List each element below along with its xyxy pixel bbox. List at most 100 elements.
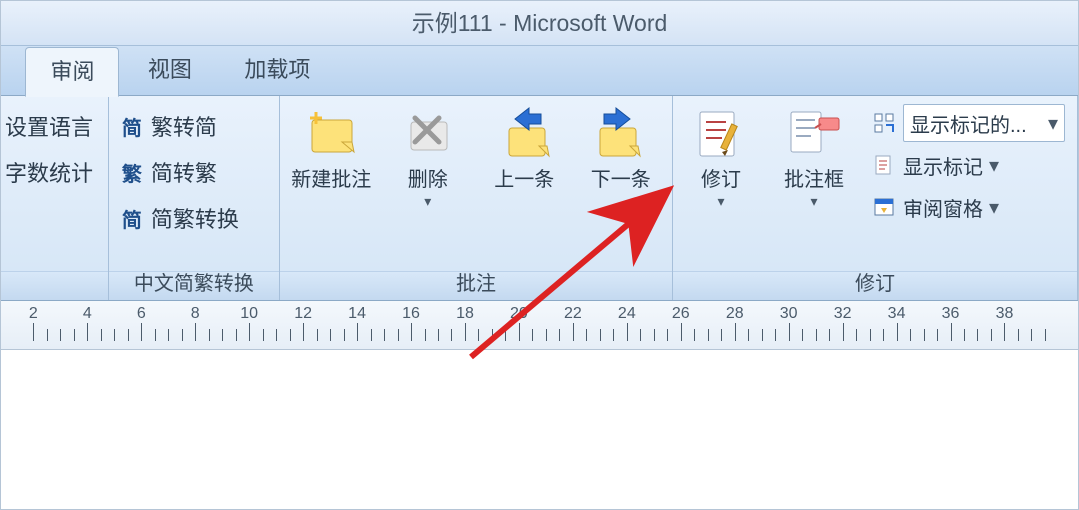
ruler-tick <box>789 323 790 341</box>
ruler-tick <box>87 323 88 341</box>
ruler-number: 28 <box>726 305 744 323</box>
ruler-number: 30 <box>780 305 798 323</box>
ruler-minor-tick <box>478 329 479 341</box>
ruler-minor-tick <box>236 329 237 341</box>
ruler-minor-tick <box>708 329 709 341</box>
ruler-minor-tick <box>910 329 911 341</box>
ruler-minor-tick <box>748 329 749 341</box>
ruler-minor-tick <box>101 329 102 341</box>
ruler-minor-tick <box>721 329 722 341</box>
word-count-label: 字数统计 <box>5 156 93 188</box>
delete-comment-label: 删除 <box>408 168 448 192</box>
ruler-number: 32 <box>834 305 852 323</box>
set-language-button[interactable]: 设置语言 <box>1 106 102 146</box>
ruler-tick <box>1004 323 1005 341</box>
ruler-minor-tick <box>371 329 372 341</box>
display-for-review-value: 显示标记的... <box>910 109 1042 138</box>
track-changes-button[interactable]: 修订 ▾ <box>679 100 763 208</box>
reviewing-pane-caret-icon: ▾ <box>989 195 999 220</box>
to-simplified-button[interactable]: 简 繁转简 <box>115 106 273 146</box>
set-language-label: 设置语言 <box>5 110 93 142</box>
ruler-minor-tick <box>155 329 156 341</box>
reviewing-pane-label: 审阅窗格 <box>903 193 983 222</box>
ruler-minor-tick <box>762 329 763 341</box>
ruler-number: 26 <box>672 305 690 323</box>
previous-comment-button[interactable]: 上一条 <box>479 100 570 192</box>
convert-label: 简繁转换 <box>151 202 239 234</box>
ruler-minor-tick <box>883 329 884 341</box>
horizontal-ruler[interactable]: 2468101214161820222426283032343638 <box>1 301 1078 350</box>
ruler-tick <box>627 323 628 341</box>
document-area[interactable] <box>1 353 1078 510</box>
dropdown-caret-icon: ▾ <box>1048 111 1058 136</box>
track-changes-label: 修订 <box>701 168 741 192</box>
ruler-minor-tick <box>977 329 978 341</box>
ruler-tick <box>33 323 34 341</box>
ruler-minor-tick <box>654 329 655 341</box>
new-comment-button[interactable]: 新建批注 <box>286 100 377 192</box>
word-count-button[interactable]: 字数统计 <box>1 152 102 192</box>
ruler-minor-tick <box>937 329 938 341</box>
ruler-tick <box>735 323 736 341</box>
next-comment-button[interactable]: 下一条 <box>576 100 667 192</box>
ruler-number: 38 <box>996 305 1014 323</box>
ruler-minor-tick <box>505 329 506 341</box>
reviewing-pane-button[interactable]: 审阅窗格 ▾ <box>865 188 1071 226</box>
ruler-minor-tick <box>546 329 547 341</box>
tab-review[interactable]: 审阅 <box>25 47 119 97</box>
ruler-minor-tick <box>964 329 965 341</box>
ruler-tick <box>519 323 520 341</box>
ruler-number: 2 <box>29 305 38 323</box>
convert-button[interactable]: 简 简繁转换 <box>115 198 273 238</box>
ribbon-tabs: 审阅 视图 加载项 <box>1 45 1078 96</box>
delete-comment-button[interactable]: 删除 ▾ <box>383 100 474 208</box>
ruler-area: 2468101214161820222426283032343638 <box>1 301 1078 353</box>
ruler-minor-tick <box>222 329 223 341</box>
show-markup-button[interactable]: 显示标记 ▾ <box>865 146 1071 184</box>
ruler-number: 4 <box>83 305 92 323</box>
title-bar: 示例111 - Microsoft Word <box>1 1 1078 45</box>
ruler-tick <box>249 323 250 341</box>
ruler-number: 24 <box>618 305 636 323</box>
ruler-minor-tick <box>559 329 560 341</box>
ruler-tick <box>303 323 304 341</box>
group-tracking-label: 修订 <box>673 271 1077 300</box>
new-comment-label: 新建批注 <box>291 168 371 192</box>
ruler-number: 8 <box>191 305 200 323</box>
reviewing-pane-icon <box>871 194 897 220</box>
ruler-minor-tick <box>425 329 426 341</box>
ruler-minor-tick <box>775 329 776 341</box>
ruler-minor-tick <box>667 329 668 341</box>
ruler-number: 22 <box>564 305 582 323</box>
tracking-options: 显示标记的... ▾ 显示标记 ▾ <box>865 100 1071 226</box>
ruler-minor-tick <box>492 329 493 341</box>
group-tracking: 修订 ▾ 批注框 ▾ <box>673 96 1078 300</box>
ruler-minor-tick <box>816 329 817 341</box>
ruler-minor-tick <box>829 329 830 341</box>
ruler-minor-tick <box>384 329 385 341</box>
balloons-button[interactable]: 批注框 ▾ <box>769 100 859 208</box>
group-comments-label: 批注 <box>280 271 672 300</box>
window-title: 示例111 - Microsoft Word <box>412 10 668 36</box>
ruler-tick <box>897 323 898 341</box>
convert-icon: 简 <box>119 205 145 231</box>
ruler-minor-tick <box>290 329 291 341</box>
track-changes-icon <box>692 106 750 164</box>
ruler-minor-tick <box>694 329 695 341</box>
show-markup-label: 显示标记 <box>903 151 983 180</box>
ruler-minor-tick <box>870 329 871 341</box>
balloons-label: 批注框 <box>784 168 844 192</box>
tab-addins[interactable]: 加载项 <box>220 46 334 94</box>
tab-view[interactable]: 视图 <box>124 46 216 94</box>
to-traditional-button[interactable]: 繁 简转繁 <box>115 152 273 192</box>
ruler-tick <box>573 323 574 341</box>
ruler-minor-tick <box>60 329 61 341</box>
delete-comment-caret-icon: ▾ <box>424 194 431 208</box>
ruler-number: 12 <box>294 305 312 323</box>
display-for-review-dropdown[interactable]: 显示标记的... ▾ <box>865 104 1071 142</box>
to-traditional-label: 简转繁 <box>151 156 217 188</box>
ruler-number: 14 <box>348 305 366 323</box>
group-chinese-label: 中文简繁转换 <box>109 271 279 300</box>
to-simplified-icon: 简 <box>119 113 145 139</box>
app-window: 示例111 - Microsoft Word 审阅 视图 加载项 设置语言 字数… <box>0 0 1079 510</box>
